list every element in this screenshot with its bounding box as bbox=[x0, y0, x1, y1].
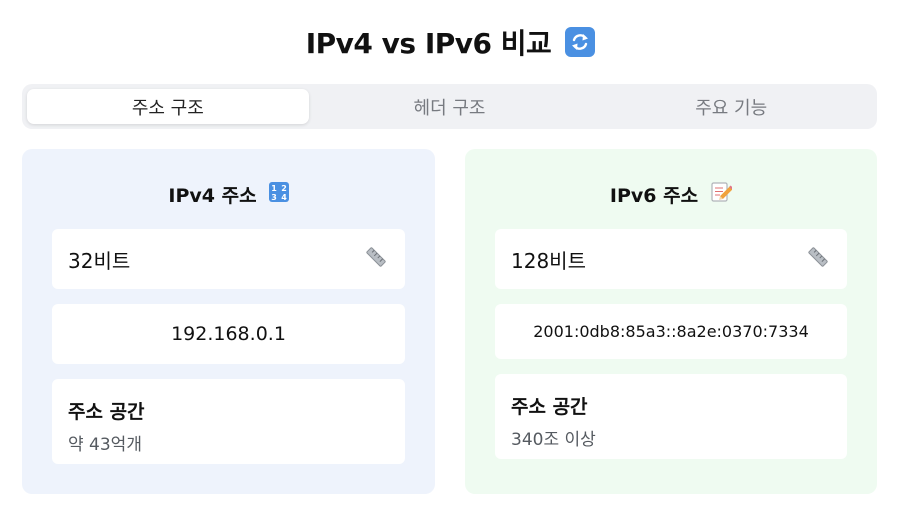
refresh-icon[interactable] bbox=[565, 27, 596, 57]
ipv6-card: IPv6 주소 128비트 2001:0db8:85a3::8a2e:0370:… bbox=[465, 149, 877, 494]
svg-text:4: 4 bbox=[281, 193, 287, 202]
tab-header-structure[interactable]: 헤더 구조 bbox=[309, 89, 591, 124]
ipv4-bits-box: 32비트 bbox=[52, 229, 405, 289]
ipv4-space-value: 약 43억개 bbox=[68, 435, 142, 455]
ipv6-example-address: 2001:0db8:85a3::8a2e:0370:7334 bbox=[533, 322, 809, 341]
numbers-icon: 1 2 3 4 bbox=[268, 181, 289, 207]
tab-address-structure[interactable]: 주소 구조 bbox=[27, 89, 309, 124]
ipv6-space-label: 주소 공간 bbox=[511, 396, 588, 418]
ipv4-example-box: 192.168.0.1 bbox=[52, 304, 405, 364]
ipv6-bits-box: 128비트 bbox=[495, 229, 847, 289]
tab-key-features[interactable]: 주요 기능 bbox=[590, 89, 872, 124]
page-header: IPv4 vs IPv6 비교 bbox=[0, 22, 901, 62]
ipv6-example-box: 2001:0db8:85a3::8a2e:0370:7334 bbox=[495, 304, 847, 359]
ipv4-card: IPv4 주소 1 2 3 4 32비트 192.168.0.1 주소 공간 약… bbox=[22, 149, 435, 494]
tab-bar: 주소 구조 헤더 구조 주요 기능 bbox=[22, 84, 877, 129]
ruler-icon bbox=[365, 246, 387, 272]
ipv6-card-title: IPv6 주소 bbox=[465, 179, 877, 209]
ipv6-space-value: 340조 이상 bbox=[511, 430, 596, 450]
page-title: IPv4 vs IPv6 비교 bbox=[305, 27, 552, 60]
ruler-icon bbox=[807, 246, 829, 272]
svg-text:1: 1 bbox=[271, 184, 277, 193]
ipv6-space-box: 주소 공간 340조 이상 bbox=[495, 374, 847, 459]
ipv4-title-text: IPv4 주소 bbox=[168, 184, 257, 207]
svg-text:2: 2 bbox=[281, 184, 287, 193]
ipv4-space-box: 주소 공간 약 43억개 bbox=[52, 379, 405, 464]
ipv4-bits: 32비트 bbox=[68, 248, 131, 273]
ipv4-example-address: 192.168.0.1 bbox=[171, 323, 286, 345]
ipv4-card-title: IPv4 주소 1 2 3 4 bbox=[22, 179, 435, 209]
ipv6-bits: 128비트 bbox=[511, 248, 586, 273]
ipv6-title-text: IPv6 주소 bbox=[609, 184, 699, 207]
memo-icon bbox=[710, 181, 734, 208]
ipv4-space-label: 주소 공간 bbox=[68, 401, 145, 423]
svg-text:3: 3 bbox=[271, 193, 277, 202]
